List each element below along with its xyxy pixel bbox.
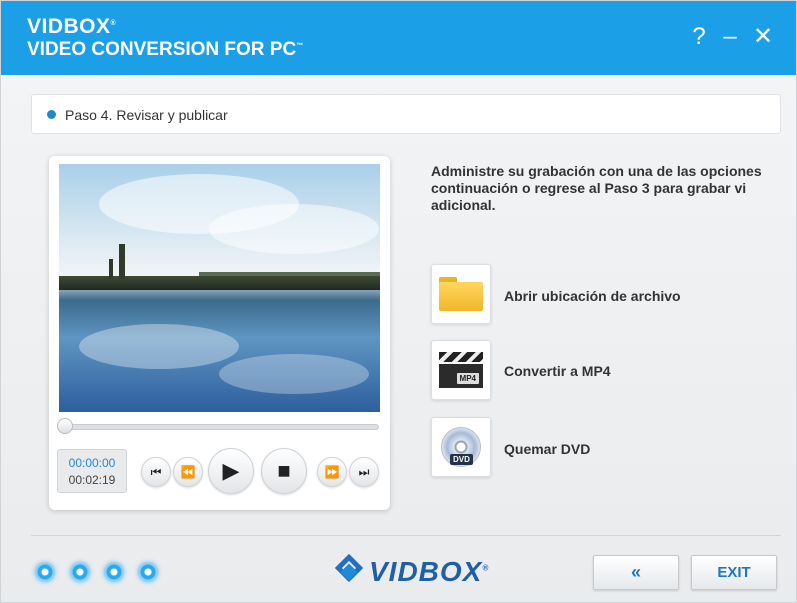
frame-forward-icon: ⏭	[358, 464, 370, 479]
convert-mp4-label[interactable]: Convertir a MP4	[504, 363, 611, 379]
instructions-line: Administre su grabación con una de las o…	[431, 163, 762, 179]
open-file-location-button[interactable]	[431, 264, 491, 324]
help-button[interactable]: ?	[685, 23, 713, 51]
progress-dot-4	[138, 562, 158, 582]
rewind-button[interactable]: ⏪	[173, 457, 203, 487]
fast-forward-button[interactable]: ⏩	[317, 457, 347, 487]
burn-dvd-label[interactable]: Quemar DVD	[504, 441, 590, 457]
stop-icon: ■	[277, 458, 291, 483]
progress-dot-3	[104, 562, 124, 582]
frame-back-button[interactable]: ⏮	[141, 457, 171, 487]
step-indicator: Paso 4. Revisar y publicar	[31, 94, 781, 134]
cloud-reflection	[79, 324, 239, 369]
logo-text: VIDBOX®	[369, 556, 490, 587]
step-label: Paso 4. Revisar y publicar	[65, 107, 228, 123]
play-icon: ▶	[222, 458, 240, 483]
stop-button[interactable]: ■	[261, 448, 307, 494]
clapperboard-icon: MP4	[439, 352, 483, 388]
frame-back-icon: ⏮	[150, 464, 162, 479]
frame-forward-button[interactable]: ⏭	[349, 457, 379, 487]
back-button[interactable]: «	[593, 555, 679, 590]
app-window: VIDBOX® VIDEO CONVERSION FOR PC™ ? – ✕ P…	[0, 0, 797, 603]
progress-dot-2	[70, 562, 90, 582]
fast-forward-icon: ⏩	[324, 465, 340, 479]
mp4-badge: MP4	[456, 373, 479, 384]
close-button[interactable]: ✕	[749, 23, 777, 51]
open-file-location-label[interactable]: Abrir ubicación de archivo	[504, 288, 681, 304]
vidbox-logo-icon	[333, 553, 365, 588]
play-button[interactable]: ▶	[208, 448, 254, 494]
folder-icon	[439, 277, 483, 311]
minimize-button[interactable]: –	[716, 23, 744, 51]
tree	[109, 259, 113, 279]
burn-dvd-button[interactable]: DVD	[431, 417, 491, 477]
tree	[119, 244, 125, 279]
brand-title: VIDBOX®	[27, 15, 117, 38]
video-player: 00:00:00 00:02:19 ⏮ ⏪ ▶ ■ ⏩ ⏭	[49, 156, 390, 510]
instructions-text: Administre su grabación con una de las o…	[431, 163, 786, 214]
sky-cloud	[209, 204, 379, 254]
dvd-badge: DVD	[450, 454, 473, 465]
convert-mp4-button[interactable]: MP4	[431, 340, 491, 400]
time-display: 00:00:00 00:02:19	[57, 449, 127, 493]
instructions-line: continuación o regrese al Paso 3 para gr…	[431, 180, 747, 196]
current-time: 00:00:00	[68, 456, 116, 470]
title-bar: VIDBOX® VIDEO CONVERSION FOR PC™ ? – ✕	[1, 1, 796, 75]
seek-handle[interactable]	[57, 418, 73, 434]
progress-dot-1	[35, 562, 55, 582]
footer-divider	[31, 535, 781, 536]
step-bullet-icon	[47, 110, 56, 119]
dvd-disc-icon: DVD	[441, 427, 481, 467]
rewind-icon: ⏪	[180, 465, 196, 479]
cloud-reflection	[219, 354, 369, 394]
shoreline	[59, 276, 380, 290]
seek-bar[interactable]	[61, 424, 379, 430]
vidbox-logo: VIDBOX®	[333, 553, 490, 590]
brand-subtitle: VIDEO CONVERSION FOR PC™	[27, 39, 304, 60]
instructions-line: adicional.	[431, 197, 496, 213]
total-time: 00:02:19	[68, 473, 116, 487]
video-preview[interactable]	[59, 164, 380, 412]
exit-button[interactable]: EXIT	[691, 555, 777, 590]
